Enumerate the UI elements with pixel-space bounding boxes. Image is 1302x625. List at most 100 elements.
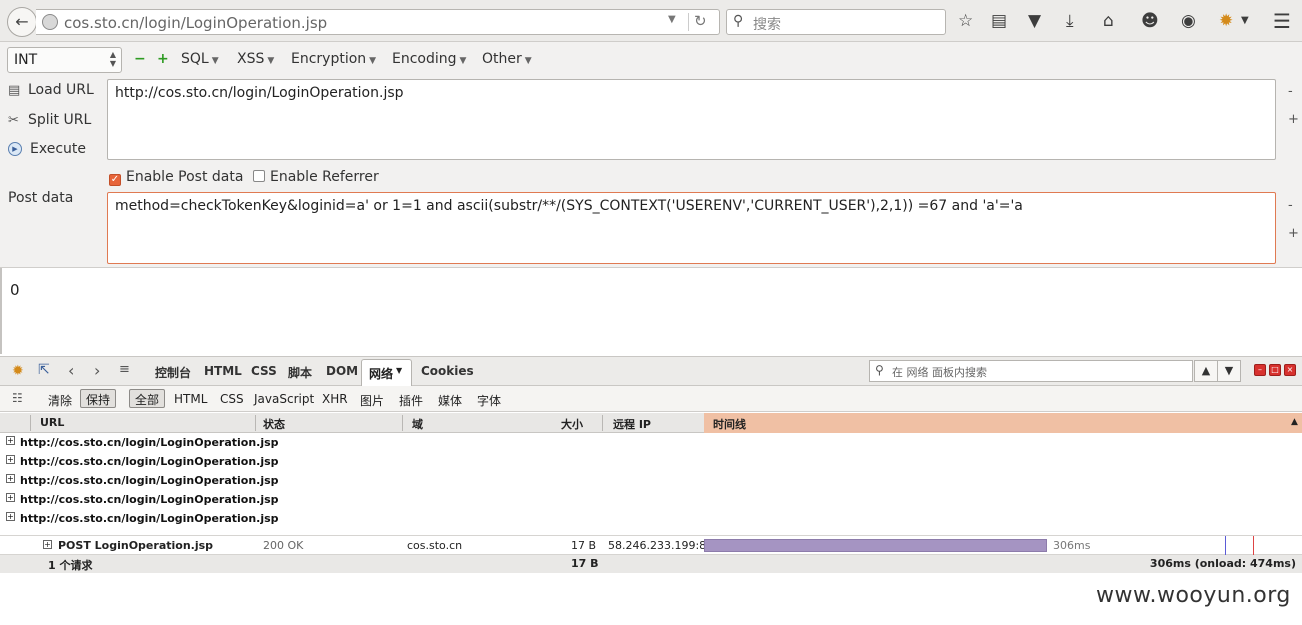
panel-search-input[interactable]: ⚲ 在 网络 面板内搜索	[869, 360, 1193, 382]
command-line-icon[interactable]: ≡	[119, 362, 130, 377]
history-row[interactable]: + http://cos.sto.cn/login/LoginOperation.…	[0, 433, 1302, 452]
search-next-button[interactable]: ▼	[1217, 360, 1241, 382]
tab-css[interactable]: CSS	[251, 364, 277, 378]
addon-globe-icon[interactable]: ◉	[1181, 11, 1196, 31]
filter-media[interactable]: 媒体	[438, 392, 462, 409]
search-box[interactable]: ⚲ 搜索	[726, 9, 946, 35]
inspect-icon[interactable]: ⇱	[38, 362, 50, 378]
split-url-button[interactable]: ✂ Split URL	[8, 112, 91, 128]
chevron-down-icon: ▼	[267, 56, 275, 66]
chevron-down-icon: ▼	[211, 56, 219, 66]
filter-javascript[interactable]: JavaScript	[254, 392, 314, 406]
increment-button[interactable]: +	[157, 51, 169, 67]
filter-xhr[interactable]: XHR	[322, 392, 348, 406]
onload-line	[1253, 536, 1254, 556]
column-url[interactable]: URL	[40, 416, 64, 429]
firebug-toolbar: ✹ ⇱ ‹ › ≡ 控制台 HTML CSS 脚本 DOM 网络 ▼ Cooki…	[0, 356, 1302, 386]
history-row[interactable]: + http://cos.sto.cn/login/LoginOperation.…	[0, 452, 1302, 471]
load-url-button[interactable]: ▤ Load URL	[8, 82, 94, 98]
firebug-dropdown-icon[interactable]: ▼	[1241, 11, 1249, 31]
column-timeline[interactable]: 时间线	[713, 416, 746, 432]
url-expand-button[interactable]: +	[1288, 112, 1299, 127]
column-status[interactable]: 状态	[263, 416, 285, 432]
request-remote-ip: 58.246.233.199:80	[608, 539, 714, 552]
tab-dom[interactable]: DOM	[326, 364, 358, 378]
expand-icon: +	[6, 436, 15, 445]
request-row[interactable]: + POST LoginOperation.jsp 200 OK cos.sto…	[0, 535, 1302, 556]
chat-icon[interactable]: ☻	[1141, 11, 1159, 31]
history-row[interactable]: + http://cos.sto.cn/login/LoginOperation.…	[0, 509, 1302, 528]
tab-script[interactable]: 脚本	[288, 364, 312, 381]
expand-icon[interactable]: +	[43, 540, 52, 549]
url-shrink-button[interactable]: -	[1288, 84, 1293, 99]
filter-fonts[interactable]: 字体	[477, 392, 501, 409]
chevron-down-icon: ▼	[369, 56, 377, 66]
url-bar[interactable]: cos.sto.cn/login/LoginOperation.jsp ▼ ↻	[36, 9, 720, 35]
scissors-icon: ✂	[8, 113, 19, 128]
forward-icon[interactable]: ›	[94, 361, 100, 380]
filter-css[interactable]: CSS	[220, 392, 244, 406]
back-button[interactable]: ←	[7, 7, 37, 37]
detach-icon[interactable]: □	[1269, 364, 1281, 376]
url-textarea[interactable]: http://cos.sto.cn/login/LoginOperation.j…	[107, 79, 1276, 160]
total-timing: 306ms (onload: 474ms)	[1149, 557, 1296, 570]
download-icon[interactable]: ⤓	[1066, 11, 1074, 31]
search-prev-button[interactable]: ▲	[1194, 360, 1218, 382]
close-icon[interactable]: ×	[1284, 364, 1296, 376]
tab-net[interactable]: 网络 ▼	[361, 359, 412, 386]
url-text[interactable]: cos.sto.cn/login/LoginOperation.jsp	[64, 14, 327, 32]
pocket-icon[interactable]: ▼	[1028, 11, 1041, 31]
menu-xss[interactable]: XSS ▼	[237, 51, 274, 67]
firebug-icon[interactable]: ✹	[1219, 11, 1233, 31]
history-row[interactable]: + http://cos.sto.cn/login/LoginOperation.…	[0, 471, 1302, 490]
tab-html[interactable]: HTML	[204, 364, 242, 378]
filter-html[interactable]: HTML	[174, 392, 207, 406]
post-data-textarea[interactable]: method=checkTokenKey&loginid=a' or 1=1 a…	[107, 192, 1276, 264]
column-size[interactable]: 大小	[561, 416, 583, 432]
persist-button[interactable]: 保持	[80, 389, 117, 408]
search-icon: ⚲	[875, 363, 884, 377]
column-separator	[30, 415, 31, 431]
filter-images[interactable]: 图片	[360, 392, 384, 409]
column-remote-ip[interactable]: 远程 IP	[613, 416, 651, 432]
post-shrink-button[interactable]: -	[1288, 198, 1293, 213]
clear-button[interactable]: 清除	[48, 392, 72, 409]
menu-sql[interactable]: SQL ▼	[181, 51, 219, 67]
chevron-up-icon: ▲	[1201, 364, 1211, 377]
history-row[interactable]: + http://cos.sto.cn/login/LoginOperation.…	[0, 490, 1302, 509]
tab-cookies[interactable]: Cookies	[421, 364, 474, 378]
home-icon[interactable]: ⌂	[1103, 11, 1114, 31]
chevron-down-icon[interactable]: ▼	[396, 366, 402, 375]
chevron-down-icon: ▼	[524, 56, 532, 66]
url-separator	[688, 13, 689, 31]
enable-post-checkbox[interactable]: ✓ Enable Post data	[109, 169, 243, 186]
menu-icon[interactable]: ☰	[1273, 11, 1291, 31]
bookmark-star-icon[interactable]: ☆	[958, 11, 973, 31]
enable-referrer-checkbox[interactable]: Enable Referrer	[253, 169, 379, 185]
filter-plugins[interactable]: 插件	[399, 392, 423, 409]
request-domain: cos.sto.cn	[407, 539, 463, 552]
column-separator	[602, 415, 603, 431]
menu-other[interactable]: Other ▼	[482, 51, 532, 67]
reload-icon[interactable]: ↻	[694, 12, 707, 30]
firebug-menu-icon[interactable]: ✹	[12, 363, 24, 379]
tab-console[interactable]: 控制台	[155, 364, 191, 381]
post-expand-button[interactable]: +	[1288, 226, 1299, 241]
back-icon[interactable]: ‹	[68, 361, 74, 380]
menu-encryption[interactable]: Encryption ▼	[291, 51, 376, 67]
decrement-button[interactable]: −	[134, 51, 146, 67]
total-size: 17 B	[571, 557, 599, 570]
int-select[interactable]: INT ▲ ▼	[7, 47, 122, 73]
history-dropdown-icon[interactable]: ▼	[668, 14, 676, 25]
chevron-down-icon: ▼	[1224, 364, 1234, 377]
minimize-icon[interactable]: –	[1254, 364, 1266, 376]
net-settings-icon[interactable]: ☷	[12, 391, 23, 405]
execute-button[interactable]: ▶ Execute	[8, 141, 86, 157]
filter-all[interactable]: 全部	[129, 389, 166, 408]
sort-up-icon[interactable]: ▲	[1291, 417, 1298, 427]
bookmarks-list-icon[interactable]: ▤	[991, 11, 1007, 31]
menu-encoding[interactable]: Encoding ▼	[392, 51, 466, 67]
column-domain[interactable]: 域	[412, 416, 423, 432]
column-separator	[402, 415, 403, 431]
request-count: 1 个请求	[48, 559, 93, 572]
